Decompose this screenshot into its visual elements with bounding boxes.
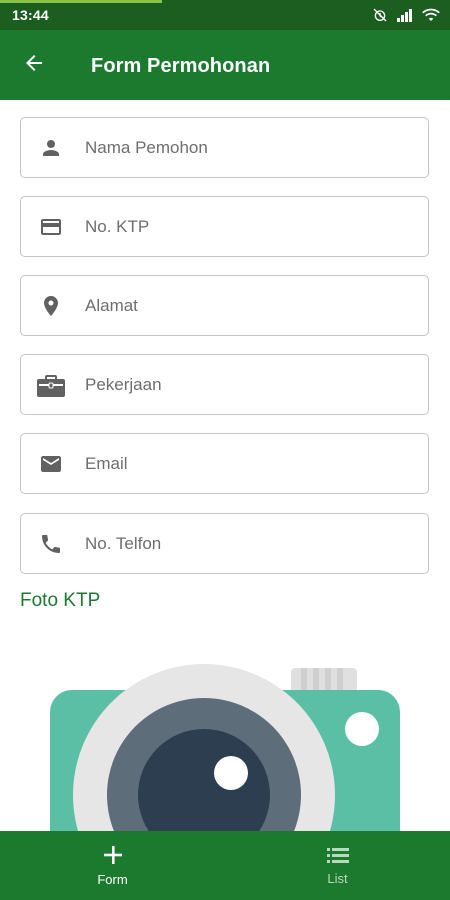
photo-ktp-label: Foto KTP xyxy=(20,590,101,611)
status-bar: 13:44 xyxy=(0,0,450,30)
phone-icon xyxy=(21,513,81,574)
address-input[interactable] xyxy=(81,285,415,326)
app-screen: 13:44 Form Permohonan Nama Pemohon No. K… xyxy=(0,0,450,900)
email-field[interactable] xyxy=(20,433,429,494)
loading-progress-bar xyxy=(0,0,162,3)
email-input[interactable] xyxy=(81,443,415,484)
page-title: Form Permohonan xyxy=(91,55,271,77)
phone-field[interactable] xyxy=(20,513,429,574)
bottom-navigation: Form List xyxy=(0,831,450,900)
back-button[interactable] xyxy=(18,51,50,79)
nav-item-list[interactable]: List xyxy=(225,831,450,900)
name-input[interactable] xyxy=(81,127,415,168)
ktp-number-field[interactable] xyxy=(20,196,429,257)
nav-label-list: List xyxy=(327,871,348,886)
status-icons xyxy=(372,7,440,23)
name-field[interactable] xyxy=(20,117,429,178)
nav-label-form: Form xyxy=(97,872,128,887)
phone-input[interactable] xyxy=(81,523,415,564)
alarm-off-icon xyxy=(372,7,388,23)
list-icon xyxy=(326,845,350,871)
status-time: 13:44 xyxy=(12,7,49,23)
signal-icon xyxy=(396,8,414,22)
location-pin-icon xyxy=(21,275,81,336)
plus-icon xyxy=(102,844,124,872)
mail-icon xyxy=(21,433,81,494)
arrow-back-icon xyxy=(22,51,46,80)
app-bar: Form Permohonan xyxy=(0,30,450,100)
occupation-field[interactable] xyxy=(20,354,429,415)
camera-icon xyxy=(50,664,400,832)
ktp-number-input[interactable] xyxy=(81,206,415,247)
wifi-icon xyxy=(422,8,440,22)
person-icon xyxy=(21,117,81,178)
id-card-icon xyxy=(21,196,81,257)
address-field[interactable] xyxy=(20,275,429,336)
briefcase-icon xyxy=(21,354,81,415)
occupation-input[interactable] xyxy=(81,364,415,405)
photo-capture-button[interactable] xyxy=(0,640,450,832)
nav-item-form[interactable]: Form xyxy=(0,831,225,900)
